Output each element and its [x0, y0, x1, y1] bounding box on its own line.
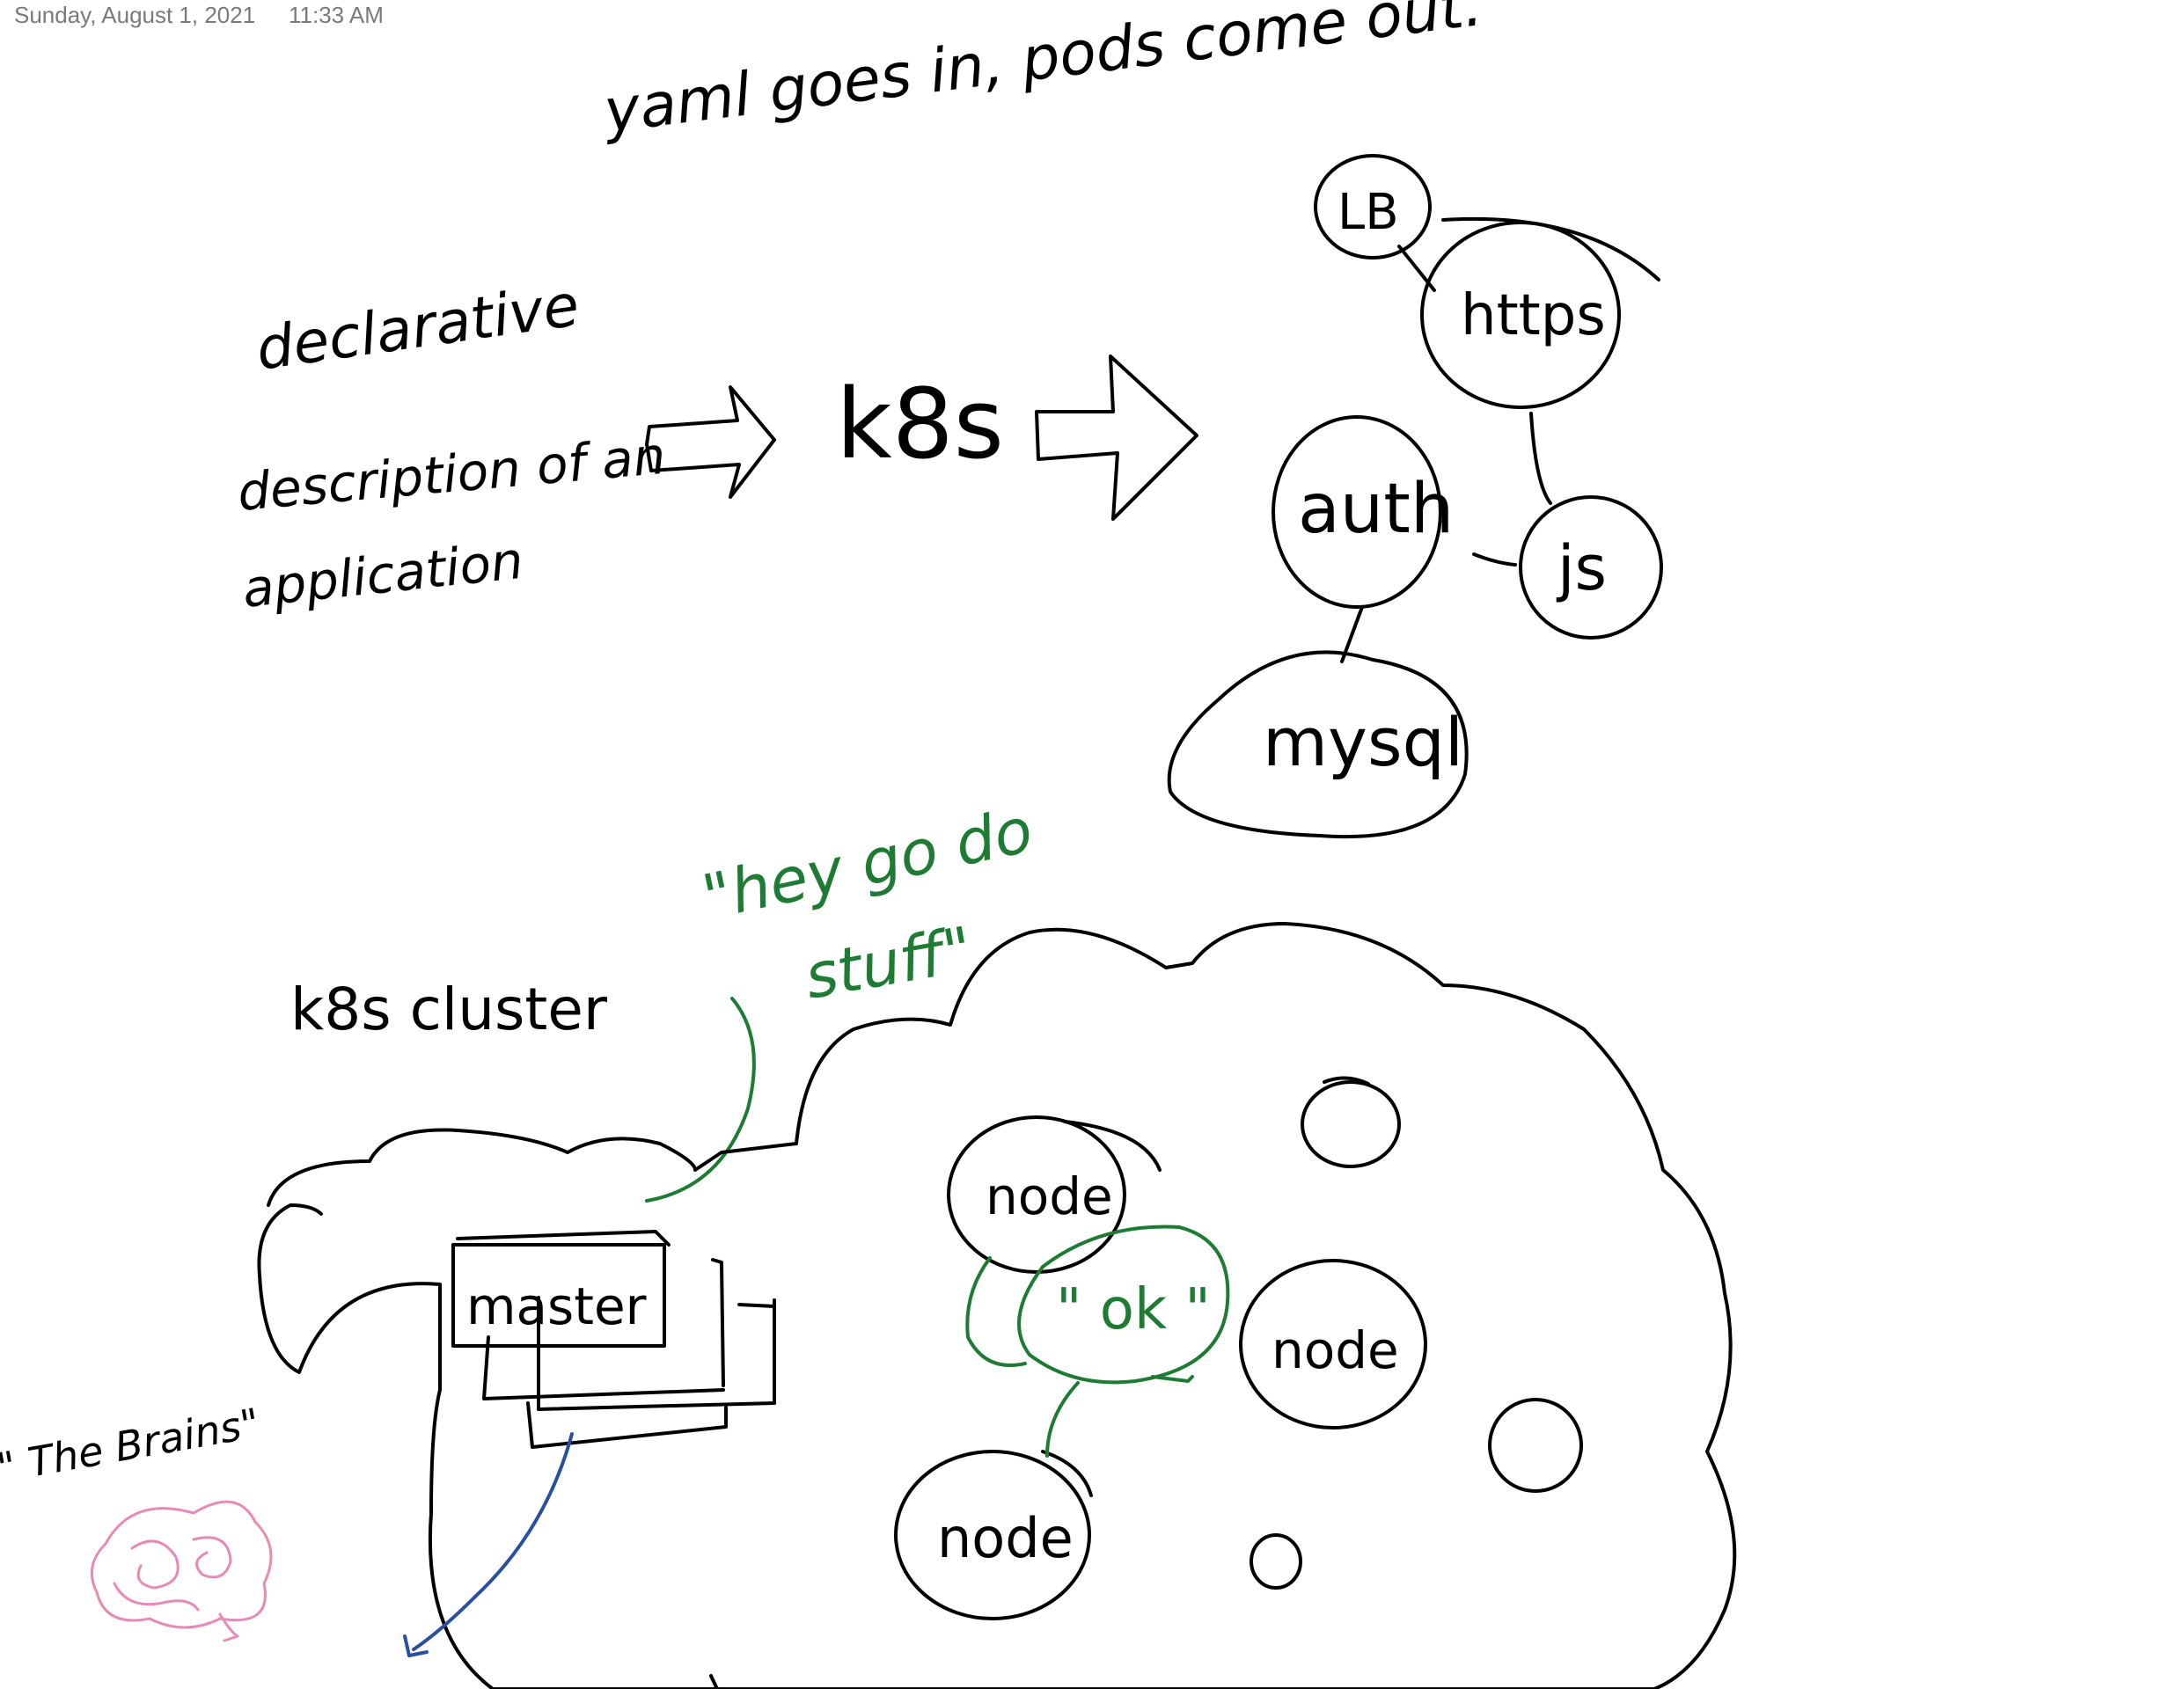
k8s-title: k8s — [836, 368, 1004, 480]
brains-note: " The Brains" — [0, 1399, 263, 1492]
ink-canvas[interactable]: yaml goes in, pods come out. declarative… — [0, 0, 2184, 1689]
description-note: description of an — [235, 426, 668, 523]
application-note: application — [239, 530, 525, 619]
yaml-note: yaml goes in, pods come out. — [598, 0, 1485, 147]
hey-pointer-line — [645, 997, 756, 1203]
ok-label: " ok " — [1056, 1277, 1211, 1342]
pod-mysql-label: mysql — [1263, 703, 1463, 781]
brain-icon — [90, 1500, 273, 1642]
pod-circle-2 — [1488, 1398, 1583, 1493]
pod-graph: LB https auth js mysql — [1167, 154, 1663, 839]
pod-auth-label: auth — [1298, 470, 1454, 549]
pod-js-label: js — [1556, 532, 1607, 604]
declarative-note: declarative — [253, 271, 583, 384]
node-group: node node node — [894, 1115, 1427, 1620]
node-3-label: node — [937, 1506, 1074, 1570]
pod-circle-3 — [1250, 1533, 1302, 1590]
pod-circle-1 — [1301, 1080, 1401, 1168]
master-label: master — [466, 1276, 647, 1336]
ok-blob: " ok " — [965, 1225, 1230, 1458]
cluster-label: k8s cluster — [290, 976, 608, 1043]
hey-note-line1: "hey go do — [696, 793, 1038, 933]
arrow-right-icon — [1035, 355, 1198, 521]
master-stack: master — [451, 1230, 776, 1449]
hey-note-line2: stuff" — [800, 913, 978, 1013]
node-1-label: node — [986, 1166, 1113, 1226]
node-2-label: node — [1272, 1320, 1399, 1380]
master-blue-arrow — [412, 1432, 574, 1651]
pod-https-label: https — [1461, 283, 1606, 348]
pod-lb-label: LB — [1338, 184, 1399, 241]
